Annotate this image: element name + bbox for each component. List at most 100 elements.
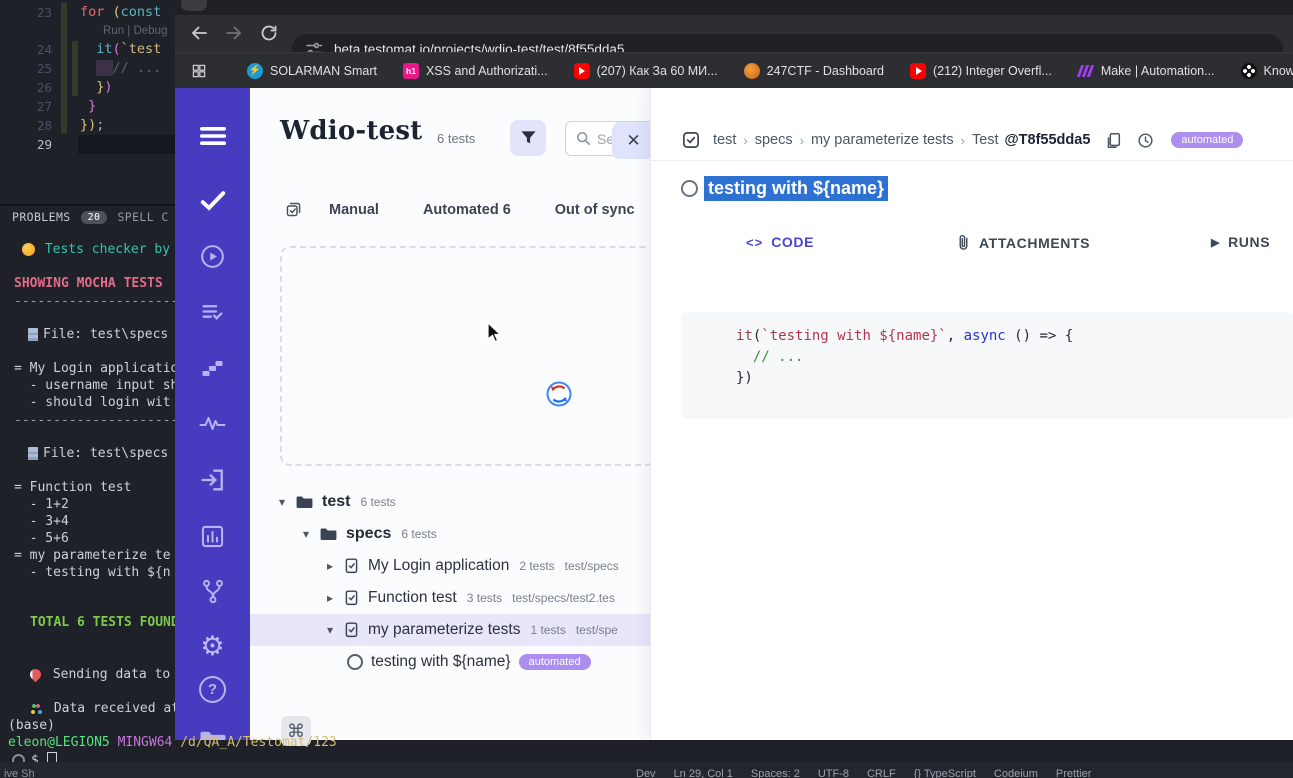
- bookmark-item[interactable]: Knowledge assistan...: [1240, 62, 1293, 79]
- terminal-line: eleon@LEGION5 MINGW64 /d/QA_A/Testomat/1…: [8, 735, 337, 750]
- breadcrumb-item[interactable]: my parameterize tests: [811, 132, 954, 148]
- sidebar-tests-check-icon[interactable]: [175, 188, 250, 213]
- tree-row[interactable]: ▾ test 6 tests: [250, 486, 650, 518]
- terminal-line: - should login wit: [14, 395, 171, 410]
- back-icon[interactable]: [189, 23, 209, 43]
- browser-tab-strip: [175, 0, 1293, 15]
- tab-attachments[interactable]: ATTACHMENTS: [956, 234, 1090, 251]
- sidebar-reports-chart-icon[interactable]: [175, 523, 250, 550]
- sidebar-import-icon[interactable]: [175, 466, 250, 494]
- sidebar-help-icon[interactable]: ?: [175, 676, 250, 703]
- status-item[interactable]: Prettier: [1056, 768, 1091, 778]
- drop-zone: [280, 246, 656, 466]
- chevron-right-icon[interactable]: ▸: [323, 591, 337, 605]
- code-line: it(`testing with ${name}`, async () => {: [736, 328, 1074, 344]
- chevron-down-icon[interactable]: ▾: [323, 623, 337, 637]
- terminal-line: - 5+6: [14, 531, 69, 546]
- close-panel-button[interactable]: ✕: [612, 122, 655, 159]
- terminal-line: - username input sh: [14, 378, 179, 393]
- play-icon: ▶: [1211, 236, 1221, 249]
- history-icon[interactable]: [1136, 131, 1155, 150]
- ctf-icon: [743, 62, 760, 79]
- tree-row[interactable]: ▾ my parameterize tests 1 tests test/spe: [250, 614, 650, 646]
- tab-automated[interactable]: Automated 6: [423, 202, 511, 218]
- status-item[interactable]: {} TypeScript: [914, 768, 976, 778]
- chevron-right-icon[interactable]: ▸: [323, 559, 337, 573]
- sidebar-steps-icon[interactable]: [175, 356, 250, 380]
- terminal-line: -----------------------: [14, 294, 195, 309]
- folder-icon: [295, 494, 314, 510]
- apps-grid-icon[interactable]: [191, 63, 207, 79]
- terminal-line: - 1+2: [14, 497, 69, 512]
- reload-icon[interactable]: [259, 23, 279, 43]
- bookmark-items: ⚡ SOLARMAN Smart h1 XSS and Authorizati.…: [247, 62, 1293, 79]
- forward-icon[interactable]: [224, 23, 244, 43]
- browser-tab-notch: [181, 0, 207, 11]
- sidebar-settings-gear-icon[interactable]: ⚙: [175, 633, 250, 660]
- status-item[interactable]: Dev: [636, 768, 656, 778]
- status-items: Dev Ln 29, Col 1 Spaces: 2 UTF-8 CRLF {} Type…: [636, 768, 1091, 778]
- terminal-line: TOTAL 6 TESTS FOUND: [30, 615, 179, 630]
- tab-manual[interactable]: Manual: [329, 202, 379, 218]
- status-item[interactable]: Spaces: 2: [751, 768, 800, 778]
- confetti-icon: [30, 702, 42, 715]
- sidebar-analytics-pulse-icon[interactable]: [175, 413, 250, 435]
- bookmark-item[interactable]: h1 XSS and Authorizati...: [402, 62, 548, 79]
- status-item[interactable]: UTF-8: [818, 768, 849, 778]
- breadcrumb-separator: ›: [799, 132, 804, 148]
- sidebar-menu-icon[interactable]: [175, 124, 250, 148]
- test-title-selected[interactable]: testing with ${name}: [704, 176, 889, 201]
- status-item[interactable]: CRLF: [867, 768, 896, 778]
- paperclip-icon: [956, 234, 971, 251]
- status-item[interactable]: Ln 29, Col 1: [674, 768, 733, 778]
- breadcrumb-item[interactable]: test: [713, 132, 736, 148]
- bookmark-item[interactable]: (207) Как За 60 МИ...: [573, 62, 718, 79]
- chevron-down-icon[interactable]: ▾: [275, 495, 289, 509]
- copy-icon[interactable]: [1104, 131, 1122, 150]
- chevron-down-icon[interactable]: ▾: [299, 527, 313, 541]
- breadcrumb-separator: ›: [743, 132, 748, 148]
- bookmark-item[interactable]: ⚡ SOLARMAN Smart: [247, 62, 377, 79]
- filter-button[interactable]: [510, 120, 546, 156]
- sidebar-test-plans-icon[interactable]: [175, 300, 250, 325]
- sidebar-branches-icon[interactable]: [175, 578, 250, 605]
- bookmark-item[interactable]: Make | Automation...: [1077, 63, 1215, 79]
- tree-row[interactable]: ▾ specs 6 tests: [250, 518, 650, 550]
- terminal-line: SHOWING MOCHA TESTS: [14, 276, 163, 291]
- terminal-line: - testing with ${n: [14, 565, 171, 580]
- app-sidebar: ⚙?: [175, 88, 250, 740]
- tab-runs[interactable]: ▶ RUNS: [1211, 234, 1270, 250]
- status-item[interactable]: Codeium: [994, 768, 1038, 778]
- file-icon: [343, 557, 360, 575]
- make-icon: [1077, 63, 1095, 79]
- bookmark-item[interactable]: (212) Integer Overfl...: [910, 62, 1052, 79]
- code-line: // ...: [736, 349, 804, 365]
- select-all-icon[interactable]: [284, 200, 303, 219]
- list-filter-tabs: Manual Automated 6 Out of sync: [284, 200, 679, 219]
- breadcrumb-item[interactable]: specs: [755, 132, 793, 148]
- bookmark-item[interactable]: 247CTF - Dashboard: [743, 62, 884, 79]
- tab-code[interactable]: <> CODE: [746, 234, 814, 250]
- test-detail-panel: test › specs › my parameterize tests › Test…: [650, 88, 1293, 740]
- status-left-item[interactable]: ive Sh: [4, 768, 35, 778]
- tree-row[interactable]: ▸ My Login application 2 tests test/specs: [250, 550, 650, 582]
- tests-tree: ▾ test 6 tests ▾ specs 6 tests ▸ My Login a…: [250, 486, 650, 678]
- tree-row[interactable]: ▸ Function test 3 tests test/specs/test2.…: [250, 582, 650, 614]
- breadcrumb: test › specs › my parameterize tests › Test…: [651, 120, 1293, 161]
- sidebar-run-play-icon[interactable]: [175, 243, 250, 270]
- search-icon: [576, 131, 591, 146]
- terminal-line: Sending data to: [27, 666, 170, 683]
- test-code-snippet: it(`testing with ${name}`, async () => {…: [681, 312, 1293, 419]
- knowledge-icon: [1240, 62, 1257, 79]
- smile-icon: [22, 243, 35, 256]
- detail-tabs: <> CODE ATTACHMENTS ▶ RUNS: [651, 228, 1293, 402]
- file-icon: [28, 328, 38, 341]
- sync-spinner-icon: [545, 380, 573, 408]
- bookmarks-bar: ⚡ SOLARMAN Smart h1 XSS and Authorizati.…: [175, 52, 1293, 88]
- tab-out-of-sync[interactable]: Out of sync: [555, 202, 635, 218]
- tree-row[interactable]: testing with ${name} automated: [250, 646, 650, 678]
- terminal-line: Tests checker by: [22, 242, 170, 257]
- test-status-circle-icon[interactable]: [681, 180, 698, 197]
- test-id: @T8f55dda5: [1004, 132, 1091, 148]
- code-line: }): [736, 370, 753, 386]
